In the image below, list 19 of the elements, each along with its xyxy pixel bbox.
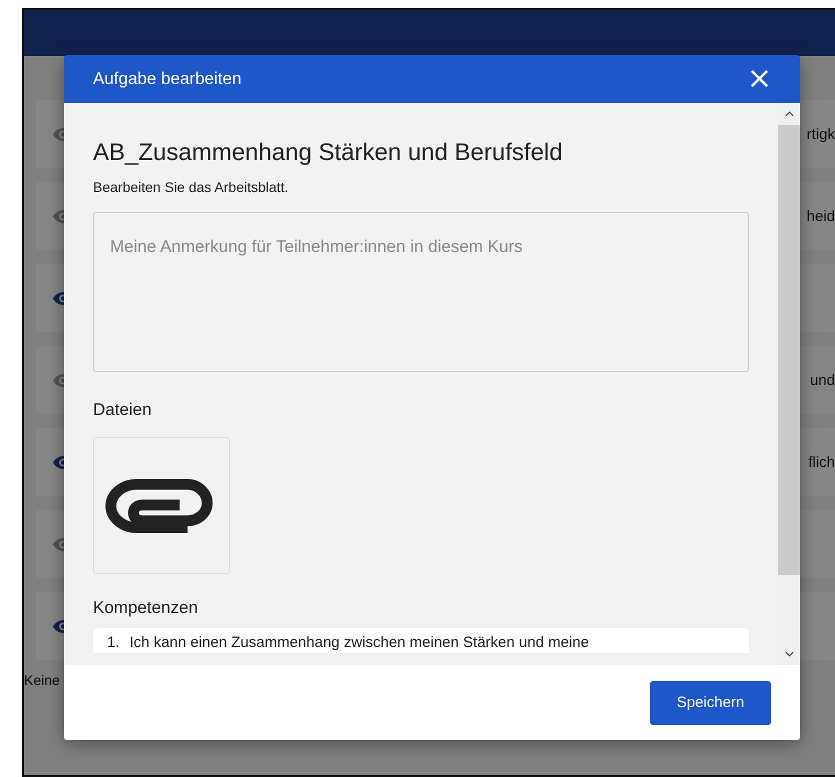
note-field[interactable]: Meine Anmerkung für Teilnehmer:innen in diesem Kurs (93, 212, 749, 372)
footer-text: Keine (24, 672, 61, 688)
scroll-up-icon[interactable] (784, 111, 794, 117)
file-tile[interactable] (93, 437, 230, 574)
scroll-thumb[interactable] (778, 125, 800, 575)
row-text: flich (808, 454, 835, 470)
list-number: 1. (107, 634, 120, 651)
row-text: heid (806, 208, 835, 224)
task-instruction: Bearbeiten Sie das Arbeitsblatt. (93, 179, 288, 195)
task-title: AB_Zusammenhang Stärken und Berufsfeld (93, 139, 563, 167)
row-text: rtigk (806, 126, 835, 142)
competences-label: Kompetenzen (93, 598, 198, 618)
competence-text: Ich kann einen Zusammenhang zwischen meinen Stärken und meine (130, 634, 589, 651)
row-text: und (810, 372, 835, 388)
close-button[interactable]: × (746, 64, 772, 94)
files-label: Dateien (93, 400, 152, 420)
save-button[interactable]: Speichern (650, 680, 771, 724)
scroll-down-icon[interactable] (784, 651, 794, 657)
dialog-title: Aufgabe bearbeiten (93, 69, 242, 89)
